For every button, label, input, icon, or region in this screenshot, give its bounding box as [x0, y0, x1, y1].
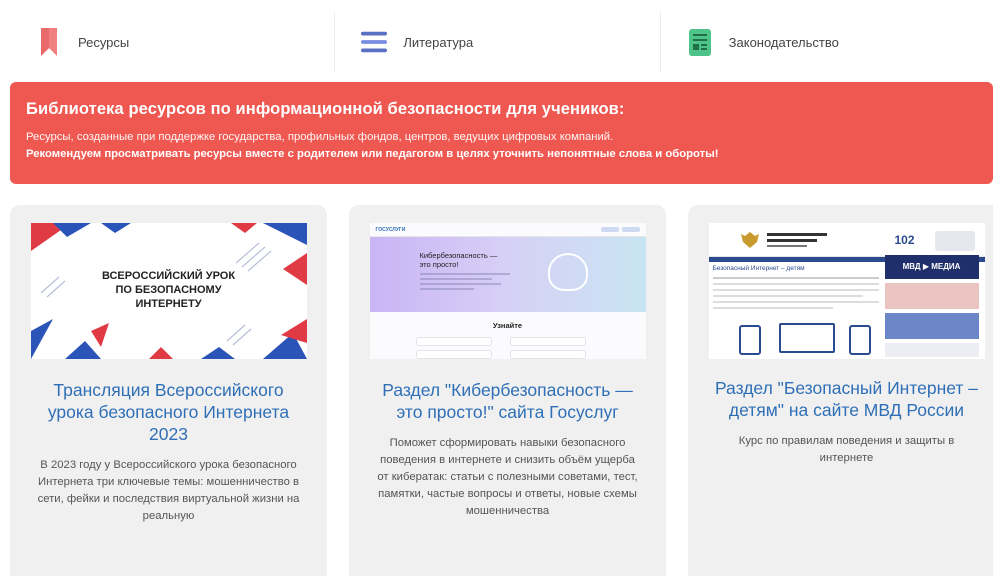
- nav-item-resources[interactable]: Ресурсы: [10, 12, 336, 72]
- lesson-thumb-text: ВСЕРОССИЙСКИЙ УРОК ПО БЕЗОПАСНОМУ ИНТЕРН…: [101, 270, 236, 310]
- gosuslugi-know-title: Узнайте: [492, 321, 523, 330]
- card-title[interactable]: Раздел "Безопасный Интернет – детям" на …: [708, 377, 985, 421]
- list-lines-icon: [361, 26, 388, 58]
- card-title[interactable]: Трансляция Всероссийского урока безопасн…: [30, 379, 307, 445]
- card-thumbnail: ГОСУСЛУГИ Кибербезопасность — это просто…: [369, 223, 646, 359]
- card-description: Поможет сформировать навыки безопасного …: [377, 437, 638, 517]
- mvd-header: 102: [708, 223, 985, 257]
- resource-card-mvd[interactable]: 102 Безопасный Интернет – детям МВД ▶ МЕ…: [688, 205, 993, 576]
- nav-item-label: Законодательство: [728, 34, 839, 50]
- card-title[interactable]: Раздел "Кибербезопасность — это просто!"…: [369, 379, 646, 423]
- bookmark-icon: [36, 26, 62, 58]
- gosuslugi-heading: Кибербезопасность — это просто!: [419, 251, 498, 269]
- nav-item-label: Ресурсы: [78, 34, 130, 50]
- mvd-page-body: Безопасный Интернет – детям МВД ▶ МЕДИА: [709, 255, 985, 359]
- gosuslugi-header: ГОСУСЛУГИ: [369, 223, 646, 237]
- resource-card-gosuslugi[interactable]: ГОСУСЛУГИ Кибербезопасность — это просто…: [349, 205, 666, 576]
- nav-item-legislation[interactable]: Законодательство: [661, 12, 985, 72]
- resource-nav: Ресурсы Литература Законодательство: [10, 12, 985, 72]
- emblem-icon: [740, 232, 759, 248]
- nav-item-label: Литература: [403, 34, 474, 50]
- helmet-icon: [547, 253, 588, 291]
- card-description: В 2023 году у Всероссийского урока безоп…: [37, 459, 300, 522]
- card-description: Курс по правилам поведения и защиты в ин…: [738, 435, 955, 464]
- library-banner: Библиотека ресурсов по информационной бе…: [10, 82, 993, 184]
- nav-item-literature[interactable]: Литература: [335, 12, 661, 72]
- banner-subtitle: Ресурсы, созданные при поддержке государ…: [26, 131, 614, 143]
- banner-note: Рекомендуем просматривать ресурсы вместе…: [26, 148, 719, 160]
- card-thumbnail: 102 Безопасный Интернет – детям МВД ▶ МЕ…: [708, 223, 985, 359]
- banner-title: Библиотека ресурсов по информационной бе…: [26, 100, 625, 118]
- document-icon: [687, 26, 713, 58]
- mvd-media-badge: МВД ▶ МЕДИА: [884, 255, 979, 279]
- card-thumbnail: ВСЕРОССИЙСКИЙ УРОК ПО БЕЗОПАСНОМУ ИНТЕРН…: [30, 223, 307, 359]
- resource-card-lesson[interactable]: ВСЕРОССИЙСКИЙ УРОК ПО БЕЗОПАСНОМУ ИНТЕРН…: [10, 205, 327, 576]
- phone-102: 102: [894, 233, 915, 247]
- gosuslugi-hero: Кибербезопасность — это просто!: [369, 237, 646, 312]
